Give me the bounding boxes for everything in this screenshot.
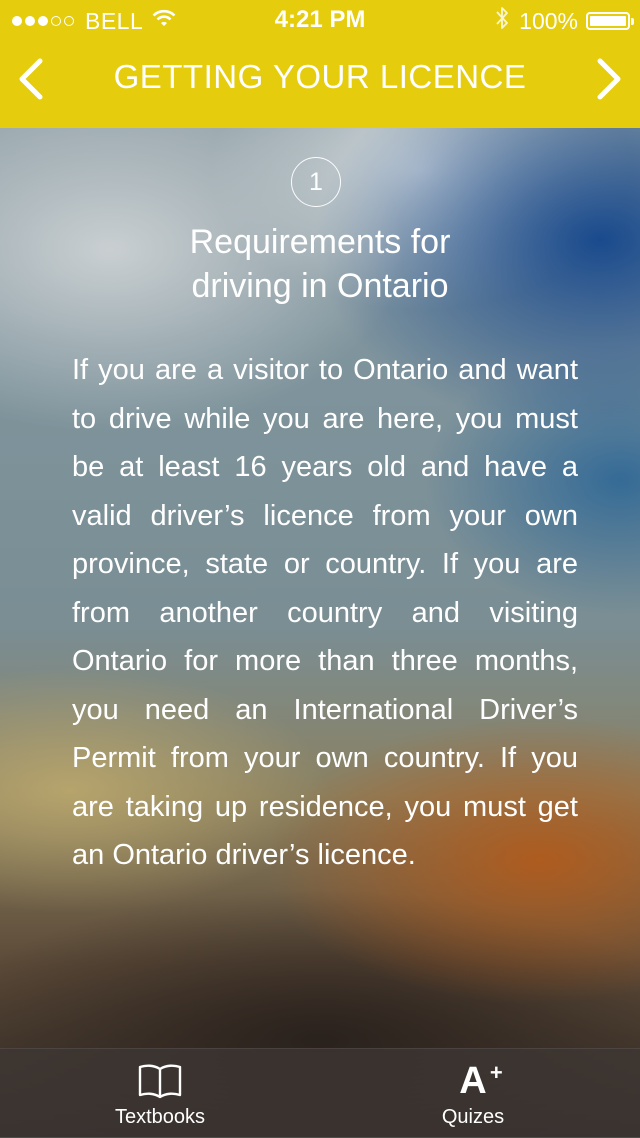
back-button[interactable]: [6, 54, 56, 104]
section-body-text: If you are a visitor to Ontario and want…: [72, 354, 578, 871]
step-number: 1: [309, 167, 323, 196]
tab-label: Textbooks: [114, 1106, 206, 1128]
status-right: 100%: [495, 6, 634, 37]
forward-button[interactable]: [584, 54, 634, 104]
tab-bar: Textbooks A + Quizes: [0, 1048, 640, 1138]
step-number-badge: 1: [291, 157, 341, 207]
page-title: GETTING YOUR LICENCE: [113, 58, 527, 95]
battery-percent: 100%: [519, 7, 578, 34]
tab-label: Quizes: [441, 1106, 505, 1128]
section-title-line-2: driving in Ontario: [191, 267, 449, 305]
battery-icon: [586, 12, 634, 30]
status-bar: BELL 4:21 PM 100%: [0, 0, 640, 40]
section-title-line-1: Requirements for: [189, 223, 451, 261]
nav-bar: GETTING YOUR LICENCE: [0, 40, 640, 128]
chevron-right-icon: [597, 58, 621, 100]
section-title: Requirements for driving in Ontario: [120, 220, 520, 308]
bluetooth-icon: [495, 6, 509, 37]
header: BELL 4:21 PM 100% GETTING YOUR LICENCE: [0, 0, 640, 128]
chevron-left-icon: [19, 58, 43, 100]
tab-quizes[interactable]: A + Quizes: [373, 1049, 573, 1138]
book-icon: [137, 1061, 183, 1101]
tab-textbooks[interactable]: Textbooks: [60, 1049, 260, 1138]
a-plus-icon: A +: [459, 1060, 503, 1102]
